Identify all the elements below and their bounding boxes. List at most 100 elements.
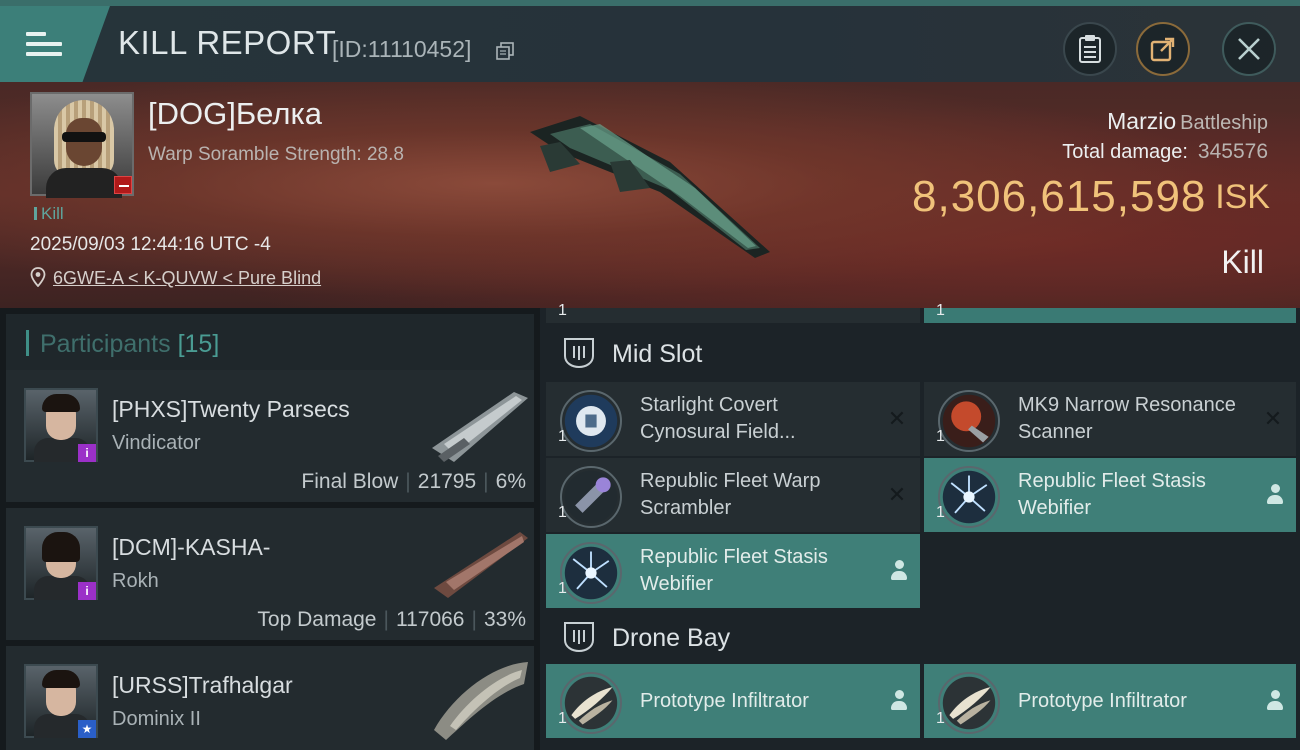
victim-banner: [DOG]Белка Warp Soramble Strength: 28.8 … (0, 82, 1300, 308)
top-bar: KILL REPORT [ID:11110452] (0, 0, 1300, 82)
module-name: Republic Fleet Stasis Webifier (640, 546, 828, 595)
module-name: Starlight Covert Cynosural Field... (640, 394, 796, 443)
participant-damage: 21795 (417, 470, 477, 493)
destroyed-icon: ✕ (887, 482, 907, 507)
cyno-field-icon (560, 390, 622, 452)
participant-ship-image (434, 532, 528, 598)
star-badge-icon: ★ (78, 720, 96, 738)
participant-percent: 6% (495, 470, 526, 493)
participant-name: [DCM]-KASHA- (112, 534, 271, 560)
result-label: Kill (1221, 244, 1264, 280)
participant-role: Top Damage (257, 608, 377, 631)
menu-button[interactable] (0, 6, 110, 82)
info-badge-icon: i (78, 444, 96, 462)
module-quantity: 1 (936, 302, 945, 319)
participants-panel: Participants [15] i [PHXS]Twenty Parsecs… (0, 308, 540, 750)
module-item[interactable]: 1 Prototype Infiltrator (924, 664, 1296, 738)
participant-name: [PHXS]Twenty Parsecs (112, 396, 350, 422)
module-name: Republic Fleet Stasis Webifier (1018, 470, 1206, 519)
report-id: [ID:11110452] (332, 36, 472, 62)
total-damage-label: Total damage: (1062, 141, 1188, 163)
close-icon (1238, 38, 1260, 60)
kill-location-link[interactable]: 6GWE-A < K-QUVW < Pure Blind (53, 268, 321, 289)
clipboard-icon (1079, 35, 1101, 63)
module-quantity: 1 (558, 504, 567, 521)
dropped-person-icon (1266, 690, 1284, 712)
participant-ship-image (434, 662, 528, 740)
dropped-person-icon (1266, 484, 1284, 506)
fitting-panel: 1 1 Mid Slot 1 Starlight Covert Cynosura… (540, 302, 1300, 750)
isk-value: 8,306,615,598 (912, 172, 1207, 221)
dropped-person-icon (890, 690, 908, 712)
module-row-partial[interactable]: 1 (546, 302, 920, 323)
info-badge-icon: i (78, 582, 96, 600)
participant-percent: 33% (483, 608, 526, 631)
participants-header: Participants [15] (6, 314, 534, 370)
share-button[interactable] (1136, 22, 1190, 76)
dropped-person-icon (890, 560, 908, 582)
module-row-partial[interactable]: 1 (924, 302, 1296, 323)
hamburger-icon (26, 26, 62, 62)
module-item[interactable]: 1 Prototype Infiltrator (546, 664, 920, 738)
drone-bay-icon (564, 622, 594, 653)
close-button[interactable] (1222, 22, 1276, 76)
victim-ship-image[interactable] (520, 102, 780, 262)
participant-card[interactable]: i [PHXS]Twenty Parsecs Vindicator Final … (6, 370, 534, 502)
warp-scrambler-icon (560, 466, 622, 528)
mid-slot-header: Mid Slot (546, 322, 1296, 386)
module-quantity: 1 (936, 428, 945, 445)
kill-datetime: 2025/09/03 12:44:16 UTC -4 (30, 234, 271, 255)
stasis-webifier-icon (560, 542, 622, 604)
clipboard-button[interactable] (1063, 22, 1117, 76)
victim-ship-class: Battleship (1180, 112, 1268, 134)
participants-count: [15] (177, 330, 220, 358)
participant-name: [URSS]Trafhalgar (112, 672, 293, 698)
drone-icon (938, 672, 1000, 734)
module-name: Prototype Infiltrator (640, 690, 809, 712)
victim-ship-name: Marzio (1107, 108, 1177, 134)
scanner-icon (938, 390, 1000, 452)
location-pin-icon (30, 267, 46, 287)
participant-ship: Vindicator (112, 432, 201, 454)
page-title: KILL REPORT (118, 24, 337, 61)
module-quantity: 1 (936, 710, 945, 727)
victim-pilot-name[interactable]: [DOG]Белка (148, 96, 322, 132)
participant-damage: 117066 (395, 608, 465, 631)
mid-slot-label: Mid Slot (612, 340, 703, 368)
drone-bay-header: Drone Bay (546, 606, 1296, 670)
total-damage-value: 345576 (1197, 140, 1268, 163)
module-quantity: 1 (558, 710, 567, 727)
stasis-webifier-icon (938, 466, 1000, 528)
module-name: Prototype Infiltrator (1018, 690, 1187, 712)
module-item[interactable]: 1 Republic Fleet Stasis Webifier (924, 458, 1296, 532)
copy-icon[interactable] (496, 42, 514, 60)
module-name: MK9 Narrow Resonance Scanner (1018, 394, 1236, 443)
module-name: Republic Fleet Warp Scrambler (640, 470, 821, 519)
participants-label: Participants (40, 330, 171, 358)
drone-icon (560, 672, 622, 734)
module-quantity: 1 (558, 302, 567, 319)
isk-unit: ISK (1215, 178, 1270, 216)
module-quantity: 1 (936, 504, 945, 521)
participant-role: Final Blow (301, 470, 399, 493)
participant-ship-image (432, 392, 528, 462)
participant-stats: Final Blow | 21795 | 6% (301, 470, 526, 493)
kill-tag: Kill (34, 204, 64, 224)
module-item[interactable]: 1 Republic Fleet Stasis Webifier (546, 534, 920, 608)
drone-bay-label: Drone Bay (612, 624, 731, 652)
participant-stats: Top Damage | 117066 | 33% (257, 608, 526, 631)
module-item[interactable]: 1 Starlight Covert Cynosural Field... ✕ (546, 382, 920, 456)
destroyed-icon: ✕ (887, 406, 907, 431)
participant-card[interactable]: i [DCM]-KASHA- Rokh Top Damage | 117066 | 33… (6, 508, 534, 640)
module-item[interactable]: 1 MK9 Narrow Resonance Scanner ✕ (924, 382, 1296, 456)
participant-card[interactable]: ★ [URSS]Trafhalgar Dominix II (6, 646, 534, 750)
module-item[interactable]: 1 Republic Fleet Warp Scrambler ✕ (546, 458, 920, 532)
module-quantity: 1 (558, 580, 567, 597)
victim-ship[interactable]: Marzio Battleship (1107, 108, 1268, 135)
mid-slot-icon (564, 338, 594, 369)
participant-ship: Dominix II (112, 708, 201, 730)
scramble-strength: Warp Soramble Strength: 28.8 (148, 144, 404, 165)
share-icon (1150, 37, 1175, 62)
module-quantity: 1 (558, 428, 567, 445)
total-damage: Total damage: 345576 (1062, 140, 1268, 164)
